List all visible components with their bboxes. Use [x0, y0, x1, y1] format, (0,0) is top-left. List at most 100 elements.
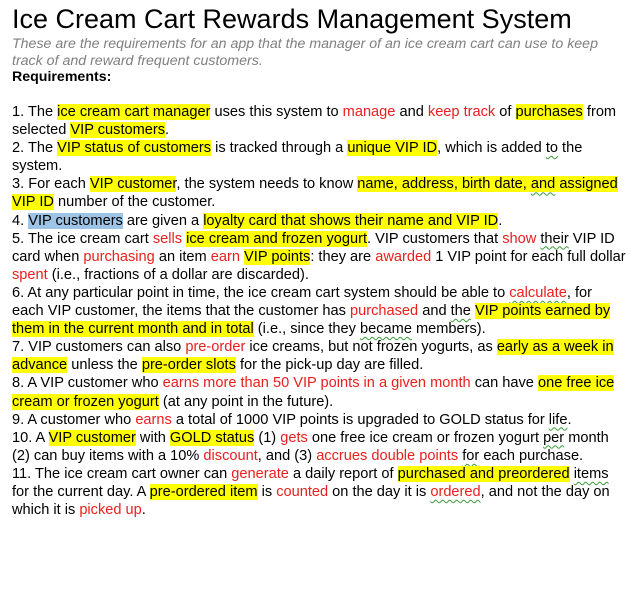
requirement-text-segment: earn [210, 248, 240, 265]
requirement-text-segment: to [545, 140, 558, 157]
requirement-text-segment: earns more than 50 VIP points in a given… [162, 375, 471, 392]
requirements-list: 1. The ice cream cart manager uses this … [12, 103, 627, 519]
requirement-text-segment: members). [411, 321, 486, 338]
requirement-text-segment: for the pick-up day are filled. [235, 357, 424, 374]
requirement-9: 9. A customer who earns a total of 1000 … [12, 411, 627, 429]
requirement-text-segment: VIP points [244, 248, 311, 265]
requirement-6: 6. At any particular point in time, the … [12, 284, 627, 338]
requirement-text-segment: . [165, 122, 170, 139]
requirement-text-segment: , which is added [437, 140, 546, 157]
requirement-text-segment: ordered [430, 483, 481, 500]
requirement-text-segment: 1. The [12, 104, 58, 120]
requirement-4: 4. VIP customers are given a loyalty car… [12, 212, 627, 230]
requirement-text-segment: on the day it is [328, 483, 431, 500]
requirement-text-segment: for [462, 447, 480, 464]
requirement-text-segment: VIP customer [89, 176, 177, 193]
requirement-text-segment: 3. For each [12, 176, 90, 193]
requirement-text-segment: 8. A VIP customer who [12, 375, 163, 392]
requirement-text-segment: 11. The ice cream cart owner can [12, 465, 232, 482]
requirement-text-segment: gets [280, 429, 308, 446]
requirement-text-segment: ice creams, but not frozen yogurts, as [245, 339, 497, 356]
page-subtitle: These are the requirements for an app th… [12, 36, 598, 69]
requirement-text-segment: and [395, 104, 428, 120]
requirement-text-segment: . [141, 502, 146, 519]
requirement-text-segment: became [360, 321, 412, 338]
requirement-text-segment: GOLD status [169, 429, 255, 446]
requirement-text-segment: is tracked through a [211, 140, 348, 157]
requirement-text-segment: awarded [375, 248, 432, 265]
requirement-text-segment: unless the [67, 357, 142, 374]
requirement-text-segment: 9. A customer who [12, 411, 136, 428]
requirement-text-segment: , the system needs to know [176, 176, 358, 193]
page-title: Ice Cream Cart Rewards Management System [12, 4, 572, 34]
requirement-text-segment: the [450, 303, 471, 320]
requirement-1: 1. The ice cream cart manager uses this … [12, 103, 627, 139]
requirement-text-segment: and [418, 303, 451, 320]
requirement-text-segment: 7. VIP customers can also [12, 339, 186, 356]
requirement-text-segment: one free ice cream or frozen yogurt [307, 429, 544, 446]
requirement-text-segment: picked up [79, 502, 142, 519]
requirement-text-segment: manage [342, 104, 396, 120]
requirement-8: 8. A VIP customer who earns more than 50… [12, 374, 627, 410]
requirement-text-segment: purchased and preordered [397, 465, 570, 482]
requirement-3: 3. For each VIP customer, the system nee… [12, 175, 627, 211]
requirement-text-segment: ice cream cart manager [57, 104, 211, 120]
requirement-text-segment: 2. The [12, 140, 58, 157]
requirement-text-segment: VIP customers [70, 122, 166, 139]
requirement-text-segment: . [498, 212, 503, 229]
requirement-5: 5. The ice cream cart sells ice cream an… [12, 230, 627, 284]
requirement-text-segment: show [502, 230, 537, 247]
requirement-text-segment: an item [154, 248, 211, 265]
requirement-text-segment: their [540, 230, 569, 247]
requirement-text-segment: is [257, 483, 277, 500]
requirement-text-segment: purchases [515, 104, 583, 120]
requirement-text-segment: . [567, 411, 572, 428]
requirement-text-segment: name, address, birth date, [357, 176, 531, 193]
requirement-text-segment: items [573, 465, 609, 482]
requirement-text-segment: per [543, 429, 565, 446]
requirement-text-segment: (i.e., since they [253, 321, 361, 338]
requirement-text-segment: pre-ordered item [149, 483, 258, 500]
requirement-2: 2. The VIP status of customers is tracke… [12, 139, 627, 175]
requirement-text-segment: 10. A [12, 429, 49, 446]
requirement-text-segment: can have [470, 375, 538, 392]
requirement-text-segment: accrues double points [316, 447, 459, 464]
requirement-text-segment: are given a [122, 212, 204, 229]
requirement-text-segment: 6. At any particular point in time, the … [12, 284, 510, 301]
requirement-text-segment: and [530, 176, 556, 193]
requirement-text-segment: 4. [12, 212, 29, 229]
requirement-text-segment: uses this system to [210, 104, 343, 120]
document-page: Ice Cream Cart Rewards Management System… [0, 0, 627, 519]
requirement-text-segment: unique VIP ID [347, 140, 438, 157]
requirement-11: 11. The ice cream cart owner can generat… [12, 465, 627, 519]
requirement-text-segment: pre-order [185, 339, 246, 356]
requirement-text-segment: with [135, 429, 170, 446]
requirement-text-segment: keep track [427, 104, 496, 120]
requirement-7: 7. VIP customers can also pre-order ice … [12, 338, 627, 374]
requirement-text-segment: VIP customers [28, 212, 123, 229]
requirement-text-segment: VIP customer [48, 429, 136, 446]
requirement-text-segment: generate [231, 465, 289, 482]
requirement-text-segment: (1) [254, 429, 281, 446]
requirement-text-segment: a total of 1000 VIP points is upgraded t… [171, 411, 549, 428]
requirement-text-segment: sells [152, 230, 183, 247]
requirement-text-segment: spent [12, 266, 48, 283]
requirement-text-segment: VIP status of customers [57, 140, 212, 157]
requirement-text-segment: 5. The ice cream cart [12, 230, 153, 247]
requirement-text-segment: : they are [310, 248, 376, 265]
requirement-text-segment: (at any point in the future). [158, 393, 334, 410]
requirement-text-segment: counted [276, 483, 329, 500]
requirement-text-segment: , and (3) [257, 447, 317, 464]
requirement-text-segment: pre-order slots [141, 357, 236, 374]
requirement-text-segment: each purchase. [479, 447, 584, 464]
requirement-text-segment: . VIP customers that [367, 230, 503, 247]
requirement-text-segment: ice cream and frozen yogurt [186, 230, 368, 247]
requirement-text-segment: purchasing [83, 248, 155, 265]
requirement-text-segment: of [495, 104, 516, 120]
requirement-text-segment: number of the customer. [53, 194, 216, 211]
requirement-text-segment: a daily report of [288, 465, 398, 482]
requirement-text-segment: 1 VIP point for each full dollar [431, 248, 626, 265]
requirement-text-segment: (i.e., fractions of a dollar are discard… [47, 266, 309, 283]
requirement-text-segment: loyalty card that shows their name and V… [203, 212, 499, 229]
requirement-text-segment: calculate [509, 284, 567, 301]
